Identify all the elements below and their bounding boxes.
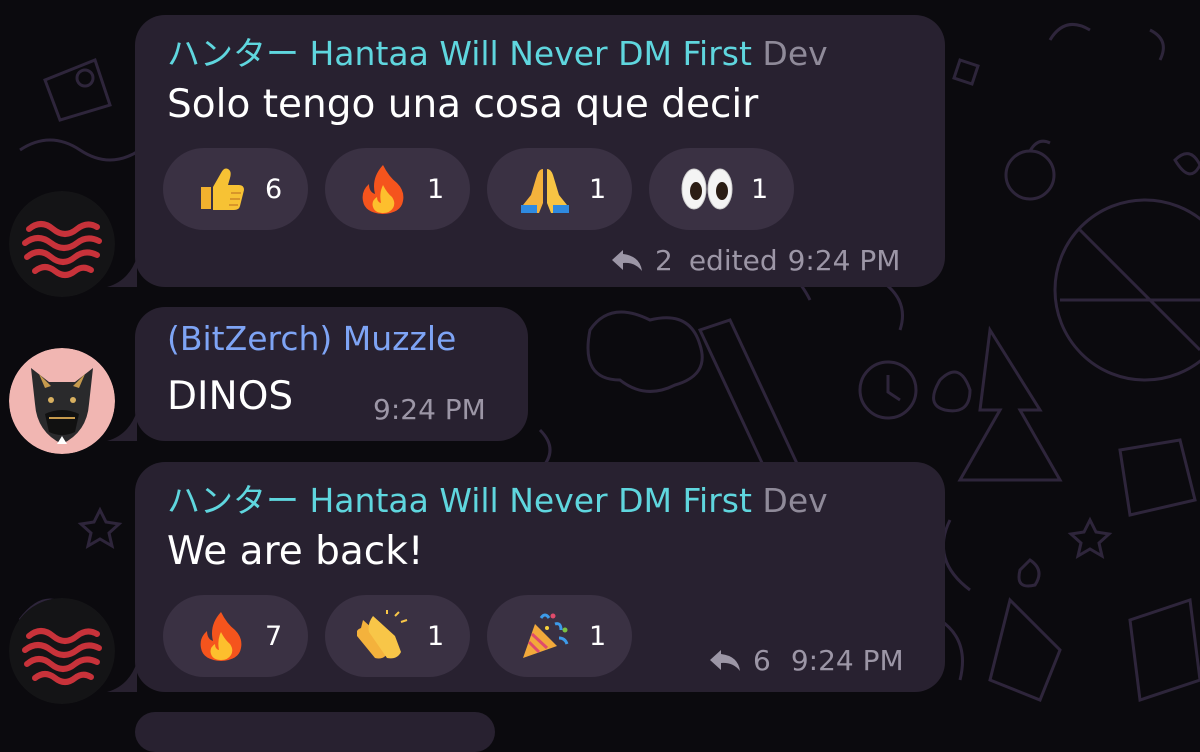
bubble-tail <box>107 411 137 441</box>
message-text: DINOS <box>167 374 294 419</box>
reply-count[interactable]: 2 <box>655 244 673 277</box>
sender-name-text: ハンター Hantaa Will Never DM First <box>167 481 752 520</box>
bubble-tail <box>107 257 137 287</box>
reaction-count: 1 <box>589 173 607 205</box>
reaction-clapping-hands[interactable]: 1 <box>325 595 470 677</box>
reaction-count: 1 <box>751 173 769 205</box>
message-time: 9:24 PM <box>373 393 486 426</box>
sender-name[interactable]: ハンター Hantaa Will Never DM First Dev <box>167 474 828 522</box>
message-meta: 6 9:24 PM <box>709 644 904 677</box>
reaction-folded-hands[interactable]: 1 <box>487 148 632 230</box>
reply-icon[interactable] <box>709 648 741 674</box>
folded-hands-icon <box>517 161 573 217</box>
clapping-hands-icon <box>355 608 411 664</box>
reaction-count: 6 <box>265 173 283 205</box>
reaction-thumbs-up[interactable]: 6 <box>163 148 308 230</box>
sender-role-badge: Dev <box>762 34 828 73</box>
message-bubble-1[interactable]: ハンター Hantaa Will Never DM First Dev Solo… <box>107 15 945 287</box>
sender-name[interactable]: ハンター Hantaa Will Never DM First Dev <box>167 27 828 75</box>
wolf-mask-avatar-icon <box>9 348 115 454</box>
avatar-hantaa[interactable] <box>9 191 115 297</box>
reaction-count: 1 <box>589 620 607 652</box>
edited-label: edited <box>688 244 778 277</box>
message-time: 9:24 PM <box>787 244 901 277</box>
hantaa-wave-logo <box>9 191 115 297</box>
reaction-eyes[interactable]: 1 <box>649 148 794 230</box>
sender-name-text: ハンター Hantaa Will Never DM First <box>167 34 752 73</box>
fire-icon <box>355 161 411 217</box>
eyes-icon <box>679 161 735 217</box>
message-bubble-next[interactable] <box>135 712 495 752</box>
party-popper-icon <box>517 608 573 664</box>
reaction-count: 7 <box>265 620 283 652</box>
fire-icon <box>193 608 249 664</box>
message-text: We are back! <box>167 529 424 574</box>
sender-name[interactable]: (BitZerch) Muzzle <box>167 319 456 358</box>
hantaa-wave-logo <box>9 598 115 704</box>
thumbs-up-icon <box>193 161 249 217</box>
sender-role-badge: Dev <box>762 481 828 520</box>
message-meta: 2 edited 9:24 PM <box>611 244 900 277</box>
reaction-count: 1 <box>427 173 445 205</box>
reply-count[interactable]: 6 <box>753 644 771 677</box>
reaction-count: 1 <box>427 620 445 652</box>
avatar-muzzle[interactable] <box>9 348 115 454</box>
message-text: Solo tengo una cosa que decir <box>167 82 759 127</box>
reaction-fire[interactable]: 1 <box>325 148 470 230</box>
message-time: 9:24 PM <box>790 644 904 677</box>
avatar-hantaa[interactable] <box>9 598 115 704</box>
reaction-fire[interactable]: 7 <box>163 595 308 677</box>
message-bubble-2[interactable]: (BitZerch) Muzzle DINOS 9:24 PM <box>107 307 528 441</box>
bubble-tail <box>107 662 137 692</box>
reply-icon[interactable] <box>611 248 643 274</box>
reaction-party-popper[interactable]: 1 <box>487 595 632 677</box>
message-bubble-3[interactable]: ハンター Hantaa Will Never DM First Dev We a… <box>107 462 945 692</box>
